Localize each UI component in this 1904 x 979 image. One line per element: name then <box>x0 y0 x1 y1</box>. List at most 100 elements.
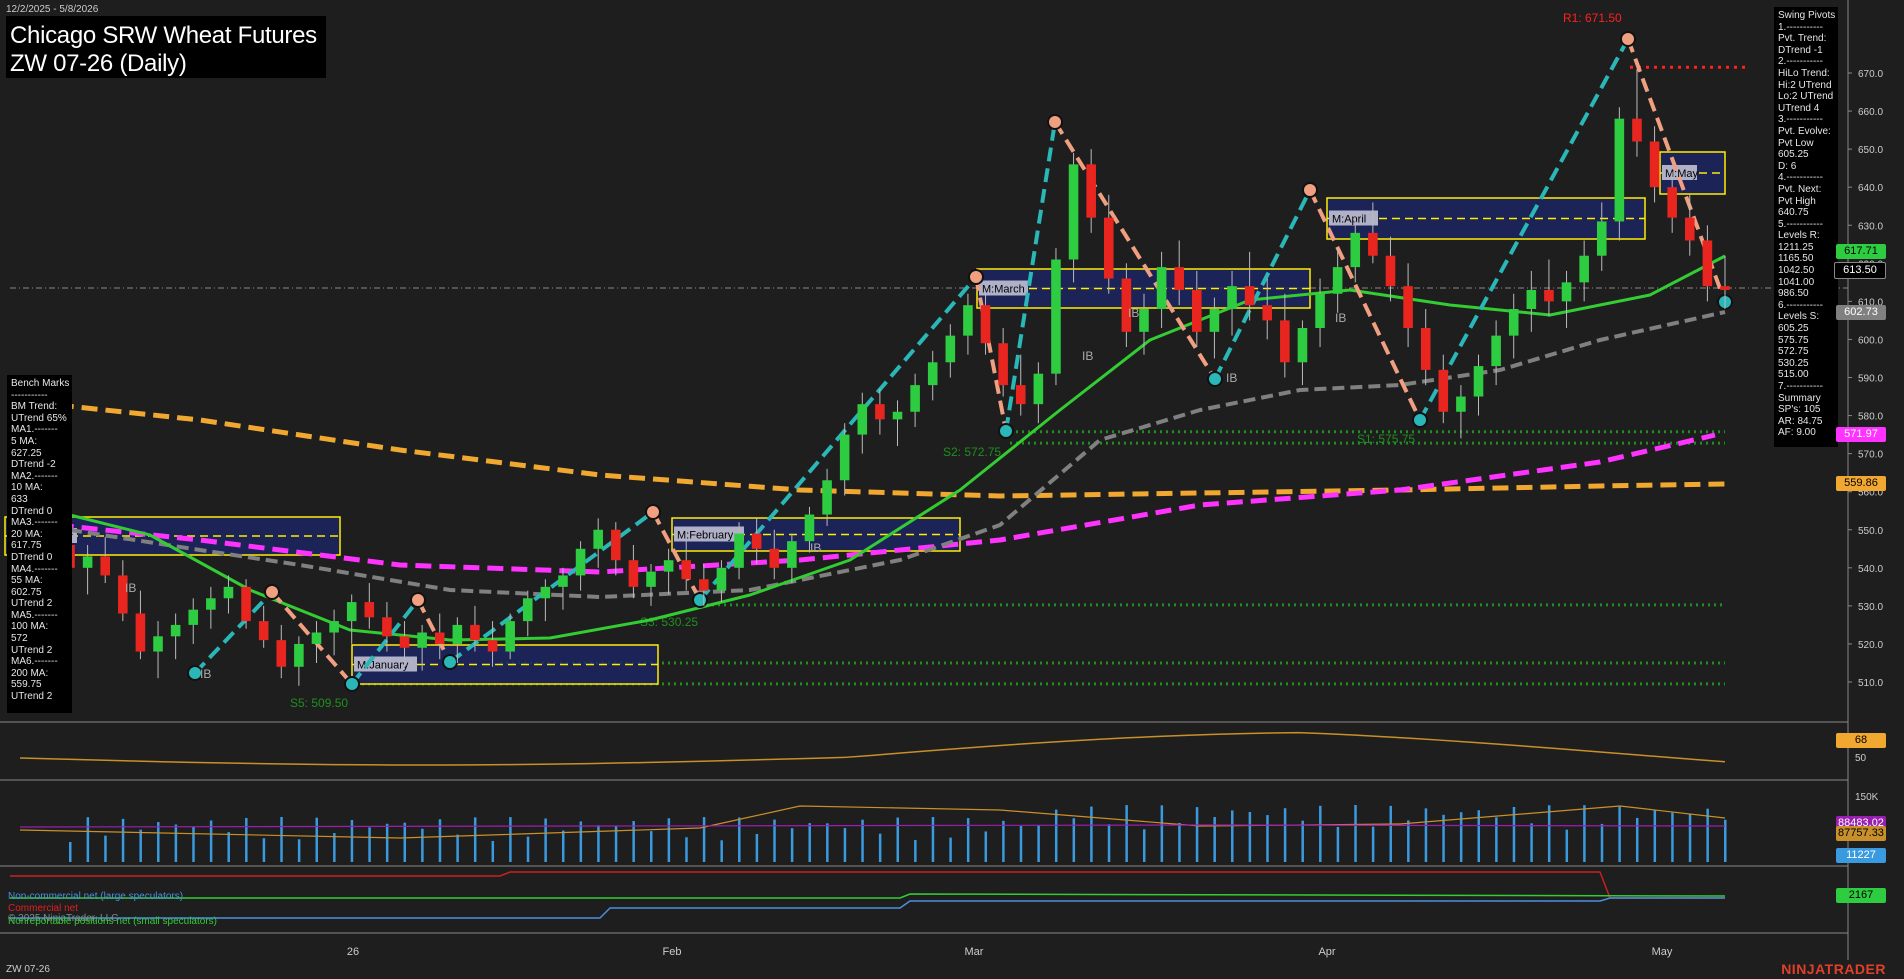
volume-bar <box>1442 814 1445 862</box>
volume-bar <box>755 833 759 862</box>
candle-down <box>1438 369 1449 412</box>
y-tick-label: 510.0 <box>1858 678 1883 689</box>
candle-up <box>1227 286 1237 309</box>
x-tick-label: Mar <box>965 946 984 958</box>
stochastic-tag: 68 <box>1836 733 1886 748</box>
candle-down <box>875 404 885 420</box>
candle-down <box>1244 286 1255 306</box>
volume-bar <box>297 839 301 862</box>
volume-bar <box>1371 826 1375 862</box>
candle-down <box>470 624 480 641</box>
candle-down <box>258 621 269 641</box>
candle-down <box>980 305 991 344</box>
candle-down <box>998 343 1008 386</box>
candle-down <box>1086 164 1096 218</box>
candle-up <box>575 548 586 576</box>
volume-bar <box>1547 805 1551 862</box>
x-tick-label: Apr <box>1318 946 1335 958</box>
volume-bar <box>1125 805 1128 862</box>
candle-up <box>223 586 234 599</box>
y-tick-label: 640.0 <box>1858 183 1883 194</box>
volume-bar <box>1495 817 1498 862</box>
inside-bar-label: IB <box>125 581 136 595</box>
volume-bar <box>1653 809 1657 862</box>
candle-up <box>839 434 850 481</box>
volume-bar <box>1266 815 1269 862</box>
candle-down <box>1368 232 1378 256</box>
candle-up <box>294 643 304 667</box>
candle-down <box>1262 305 1273 321</box>
volume-bar <box>808 823 811 862</box>
swing-low-marker <box>1412 412 1428 428</box>
candle-down <box>1385 255 1396 287</box>
candle-down <box>364 602 375 618</box>
candle-up <box>1491 335 1501 367</box>
volume-bar <box>86 817 90 862</box>
candle-down <box>100 556 111 576</box>
volume-bar <box>896 817 899 862</box>
candle-up <box>540 586 551 599</box>
candle-down <box>241 586 251 622</box>
candle-down <box>1420 328 1431 370</box>
candle-up <box>417 632 427 648</box>
volume-bar <box>1231 810 1234 862</box>
candle-up <box>329 621 339 633</box>
volume-bar <box>1389 805 1392 862</box>
candle-up <box>804 514 815 542</box>
volume-bar <box>1618 806 1621 862</box>
brand-logo: NINJATRADER <box>1781 961 1886 977</box>
y-tick-label: 660.0 <box>1858 107 1883 118</box>
y-tick-label: 590.0 <box>1858 374 1883 385</box>
candle-up <box>1473 366 1484 397</box>
volume-bar <box>1213 817 1216 862</box>
support-label: S1: 575.75 <box>1357 432 1415 446</box>
y-tick-label: 580.0 <box>1858 412 1883 423</box>
y-tick-label: 530.0 <box>1858 602 1883 613</box>
candle-up <box>346 602 357 622</box>
y-tick-label: 600.0 <box>1858 335 1883 346</box>
volume-bar <box>1142 829 1146 862</box>
volume-bar <box>1671 812 1674 862</box>
price-chart[interactable]: 510.0520.0530.0540.0550.0560.0570.0580.0… <box>0 0 1904 979</box>
candle-up <box>505 621 515 652</box>
volume-bar <box>1565 829 1569 862</box>
volume-bar <box>984 831 988 862</box>
candle-up <box>945 335 956 363</box>
volume-bar <box>192 826 195 862</box>
volume-bar <box>1054 809 1058 862</box>
month-label: M:February <box>677 530 734 542</box>
candle-up <box>1315 293 1325 329</box>
support-label: S5: 509.50 <box>290 696 348 710</box>
candle-up <box>1068 164 1079 260</box>
candle-up <box>452 624 463 644</box>
candle-down <box>1684 217 1695 241</box>
candle-down <box>1280 320 1290 363</box>
volume-bar <box>1530 823 1533 862</box>
swing-low-marker <box>998 423 1014 439</box>
volume-bar <box>1635 817 1639 862</box>
volume-bar <box>738 817 741 862</box>
candle-up <box>170 624 181 637</box>
ma20-price-tag: 617.71 <box>1836 244 1886 259</box>
volume-bar <box>385 823 389 862</box>
volume-bar <box>403 822 407 862</box>
candle-up <box>1332 267 1343 294</box>
candle-down <box>628 560 639 587</box>
volume-bar <box>1600 823 1604 862</box>
volume-bar <box>1688 814 1692 862</box>
cot-tag: 2167 <box>1836 888 1886 903</box>
candle-down <box>487 640 498 652</box>
volume-bar <box>1178 822 1181 862</box>
candle-up <box>1526 289 1537 309</box>
volume-bar <box>368 827 371 862</box>
swing-low-marker <box>1207 371 1223 387</box>
candle-down <box>1632 118 1642 142</box>
candle-down <box>1192 289 1202 332</box>
y-tick-label: 540.0 <box>1858 564 1883 575</box>
volume-bar <box>1248 812 1252 862</box>
volume-bar <box>262 838 266 862</box>
volume-bar <box>1301 820 1304 862</box>
volume-avg-tag: 87757.33 <box>1836 826 1886 841</box>
candle-down <box>1403 286 1413 329</box>
benchmarks-panel: Bench Marks ----------- BM Trend: UTrend… <box>7 375 72 713</box>
